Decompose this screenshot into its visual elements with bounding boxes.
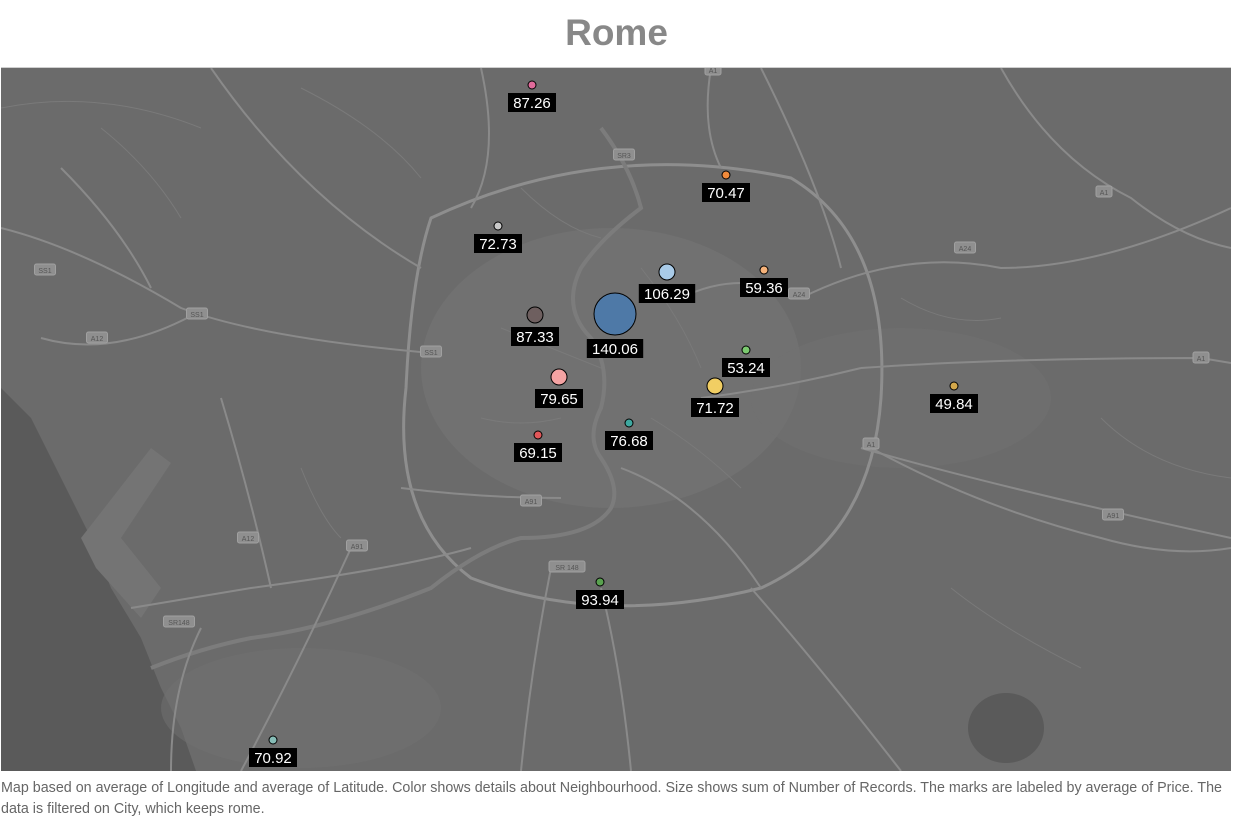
road-shield: SR148 <box>163 615 195 628</box>
mark-price-label: 72.73 <box>479 236 517 253</box>
street <box>950 587 1082 669</box>
mark-price-label: 87.33 <box>516 329 554 346</box>
road-shield: SR3 <box>613 148 635 161</box>
neighbourhood-mark[interactable]: 72.73 <box>474 221 522 253</box>
road-shield: A12 <box>237 531 259 544</box>
mark-price-label: 53.24 <box>727 360 765 377</box>
highway <box>130 547 472 609</box>
mark-price-label: 140.06 <box>592 341 638 358</box>
street <box>900 297 1002 321</box>
road-label: SR 148 <box>555 565 578 572</box>
basemap <box>1 68 1231 771</box>
mark-price-label: 49.84 <box>935 396 973 413</box>
map-view[interactable]: SR3 A1 A1 A24 A24 SS1 SS1 SS1 A12 A12 A1 A1 A91 A91 A9… <box>1 67 1231 771</box>
road-label: A1 <box>1100 190 1109 197</box>
lake-area <box>968 693 1044 763</box>
road-shield: A1 <box>862 437 880 450</box>
highway <box>40 315 192 346</box>
street <box>300 467 342 539</box>
mark-price-label: 93.94 <box>581 592 619 609</box>
mark-circle[interactable] <box>624 418 634 428</box>
road-label: A91 <box>1107 513 1120 520</box>
mark-price-label: 59.36 <box>745 280 783 297</box>
road-shield: A91 <box>346 539 368 552</box>
road-shield: SS1 <box>186 307 208 320</box>
mark-circle[interactable] <box>721 170 731 180</box>
street <box>1100 417 1231 479</box>
neighbourhood-mark[interactable]: 87.26 <box>508 80 556 112</box>
road-label: A91 <box>525 499 538 506</box>
road-shield: A1 <box>1192 351 1210 364</box>
highway <box>210 68 422 269</box>
highway <box>750 587 902 771</box>
mark-price-label: 79.65 <box>540 391 578 408</box>
road-shield: SS1 <box>34 263 56 276</box>
map-title: Rome <box>565 12 668 53</box>
mark-price-label: 87.26 <box>513 95 551 112</box>
mark-circle[interactable] <box>593 292 637 336</box>
road-label: A1 <box>709 68 718 75</box>
mark-price-label: 70.47 <box>707 185 745 202</box>
mark-circle[interactable] <box>527 80 537 90</box>
mark-circle[interactable] <box>949 381 959 391</box>
road-shield: A24 <box>954 241 976 254</box>
highway <box>706 68 722 169</box>
mark-circle[interactable] <box>741 345 751 355</box>
suburb-area <box>161 648 441 768</box>
road-label: SS1 <box>38 268 51 275</box>
mark-circle[interactable] <box>706 377 724 395</box>
mark-circle[interactable] <box>526 306 544 324</box>
road-shield: A24 <box>788 287 810 300</box>
road-label: A24 <box>959 246 972 253</box>
road-label: A1 <box>867 442 876 449</box>
road-label: SR3 <box>617 153 631 160</box>
mark-price-label: 76.68 <box>610 433 648 450</box>
mark-price-label: 106.29 <box>644 286 690 303</box>
mark-price-label: 69.15 <box>519 445 557 462</box>
road-label: A91 <box>351 544 364 551</box>
mark-circle[interactable] <box>533 430 543 440</box>
road-shield: SS1 <box>420 345 442 358</box>
highway <box>600 587 632 771</box>
highway <box>220 397 272 589</box>
street <box>1 100 202 129</box>
road-shield: A1 <box>704 68 722 76</box>
road-label: SS1 <box>190 312 203 319</box>
neighbourhood-mark[interactable]: 70.47 <box>702 170 750 202</box>
mark-price-label: 70.92 <box>254 750 292 767</box>
road-shield: A91 <box>520 494 542 507</box>
road-label: A1 <box>1197 356 1206 363</box>
road-label: A24 <box>793 292 806 299</box>
road-label: A12 <box>242 536 255 543</box>
road-label: SS1 <box>424 350 437 357</box>
highway <box>760 68 842 269</box>
map-caption: Map based on average of Longitude and av… <box>1 780 1222 817</box>
road-label: SR148 <box>168 620 190 627</box>
road-shield: SR 148 <box>548 560 586 573</box>
mark-circle[interactable] <box>658 263 676 281</box>
map-canvas[interactable]: SR3 A1 A1 A24 A24 SS1 SS1 SS1 A12 A12 A1 A1 A91 A91 A9… <box>1 68 1231 771</box>
mark-circle[interactable] <box>759 265 769 275</box>
mark-circle[interactable] <box>493 221 503 231</box>
street <box>100 127 182 219</box>
mark-circle[interactable] <box>550 368 568 386</box>
highway <box>470 68 490 209</box>
neighbourhood-mark[interactable]: 93.94 <box>576 577 624 609</box>
road-shield: A12 <box>86 331 108 344</box>
road-shield: A1 <box>1095 185 1113 198</box>
mark-circle[interactable] <box>268 735 278 745</box>
highway <box>1 227 432 354</box>
road-shield: A91 <box>1102 508 1124 521</box>
mark-price-label: 71.72 <box>696 400 734 417</box>
highway <box>1000 68 1231 249</box>
suburb-area <box>751 328 1051 468</box>
highway <box>60 167 152 289</box>
mark-circle[interactable] <box>595 577 605 587</box>
road-label: A12 <box>91 336 104 343</box>
street <box>300 87 422 179</box>
